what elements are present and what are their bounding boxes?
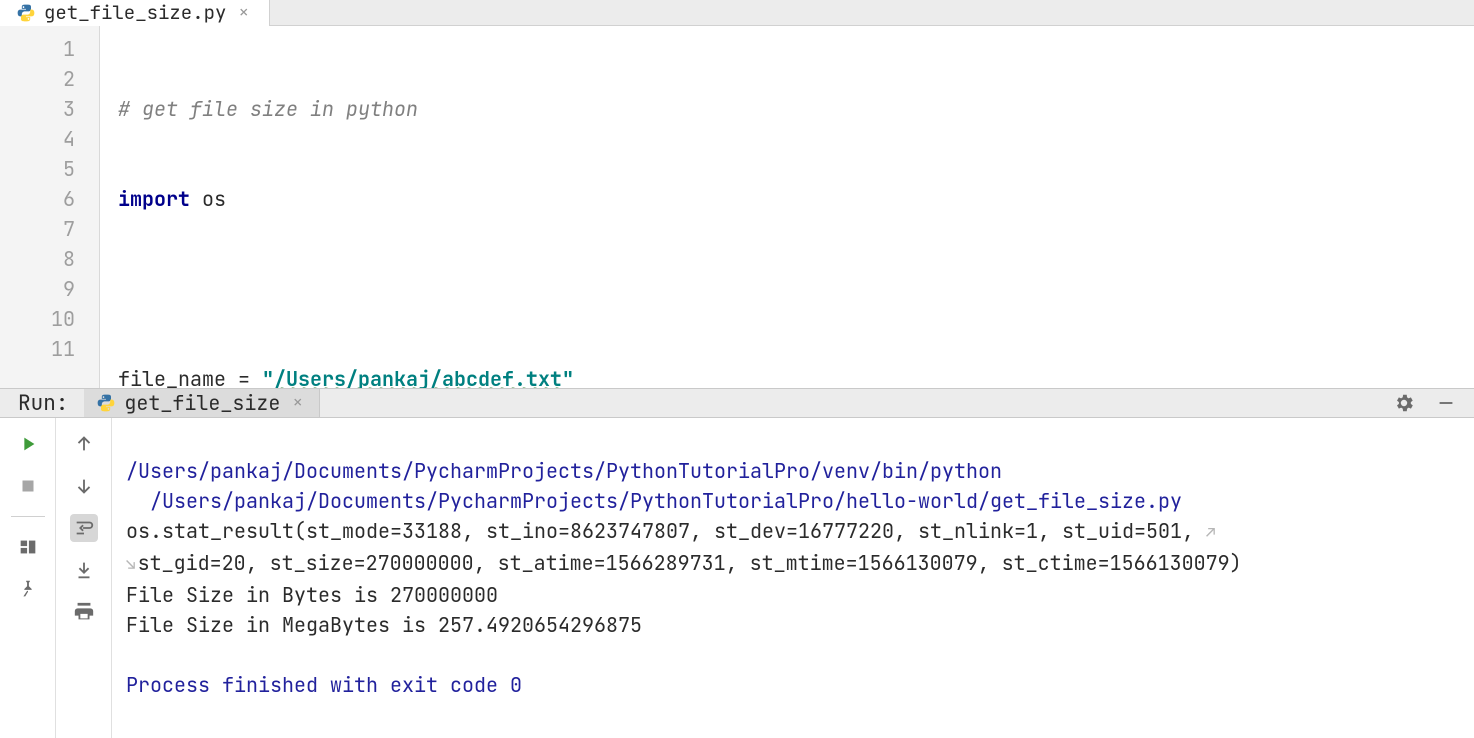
code-text: file_name = xyxy=(118,366,262,388)
run-header-actions xyxy=(1390,389,1474,417)
console-command-line: /Users/pankaj/Documents/PycharmProjects/… xyxy=(126,458,1182,514)
code-string: " xyxy=(262,366,274,388)
console-line: st_gid=20, st_size=270000000, st_atime=1… xyxy=(138,550,1242,576)
soft-wrap-glyph: ↗ xyxy=(1206,522,1216,543)
pin-icon[interactable] xyxy=(14,575,42,603)
python-file-icon xyxy=(16,3,36,23)
line-number: 10 xyxy=(0,304,75,334)
rerun-icon[interactable] xyxy=(14,430,42,458)
line-number: 7 xyxy=(0,214,75,244)
run-toolwindow-body: /Users/pankaj/Documents/PycharmProjects/… xyxy=(0,418,1474,738)
gear-icon[interactable] xyxy=(1390,389,1418,417)
line-number-gutter: 1 2 3 4 5 6 7 8 9 10 11 xyxy=(0,26,100,388)
file-tab-label: get_file_size.py xyxy=(44,0,226,25)
code-editor[interactable]: 1 2 3 4 5 6 7 8 9 10 11 # get file size … xyxy=(0,26,1474,388)
stop-icon[interactable] xyxy=(14,472,42,500)
console-line: os.stat_result(st_mode=33188, st_ino=862… xyxy=(126,518,1206,544)
code-comment: # get file size in python xyxy=(118,96,418,122)
line-number: 9 xyxy=(0,274,75,304)
run-config-label: get_file_size xyxy=(124,390,280,416)
minimize-icon[interactable] xyxy=(1432,389,1460,417)
line-number: 4 xyxy=(0,124,75,154)
run-console-toolbar xyxy=(56,418,112,738)
line-number: 11 xyxy=(0,334,75,364)
line-number: 5 xyxy=(0,154,75,184)
code-keyword: import xyxy=(118,186,190,212)
code-text: os xyxy=(190,186,226,212)
console-line: File Size in MegaBytes is 257.4920654296… xyxy=(126,612,642,638)
line-number: 1 xyxy=(0,34,75,64)
down-arrow-icon[interactable] xyxy=(70,472,98,500)
layout-icon[interactable] xyxy=(14,533,42,561)
console-line: File Size in Bytes is 270000000 xyxy=(126,582,498,608)
scroll-to-end-icon[interactable] xyxy=(70,556,98,584)
run-left-toolbar xyxy=(0,418,56,738)
python-run-icon xyxy=(96,393,116,413)
print-icon[interactable] xyxy=(70,598,98,626)
line-number: 6 xyxy=(0,184,75,214)
run-toolwindow-header: Run: get_file_size × xyxy=(0,388,1474,418)
close-icon[interactable]: × xyxy=(288,392,307,414)
editor-tabs-bar: get_file_size.py × xyxy=(0,0,1474,26)
run-config-tab[interactable]: get_file_size × xyxy=(84,389,320,417)
up-arrow-icon[interactable] xyxy=(70,430,98,458)
line-number: 3 xyxy=(0,94,75,124)
code-string: " xyxy=(562,366,574,388)
line-number: 2 xyxy=(0,64,75,94)
line-number: 8 xyxy=(0,244,75,274)
soft-wrap-glyph: ↘ xyxy=(126,554,136,575)
console-output[interactable]: /Users/pankaj/Documents/PycharmProjects/… xyxy=(112,418,1474,738)
soft-wrap-icon[interactable] xyxy=(70,514,98,542)
close-icon[interactable]: × xyxy=(234,2,253,24)
code-area[interactable]: # get file size in python import os file… xyxy=(100,26,1474,388)
code-string-path: /Users/pankaj/abcdef.txt xyxy=(274,366,562,388)
file-tab-get-file-size[interactable]: get_file_size.py × xyxy=(0,0,270,25)
console-exit-line: Process finished with exit code 0 xyxy=(126,672,522,698)
run-title: Run: xyxy=(0,389,84,417)
